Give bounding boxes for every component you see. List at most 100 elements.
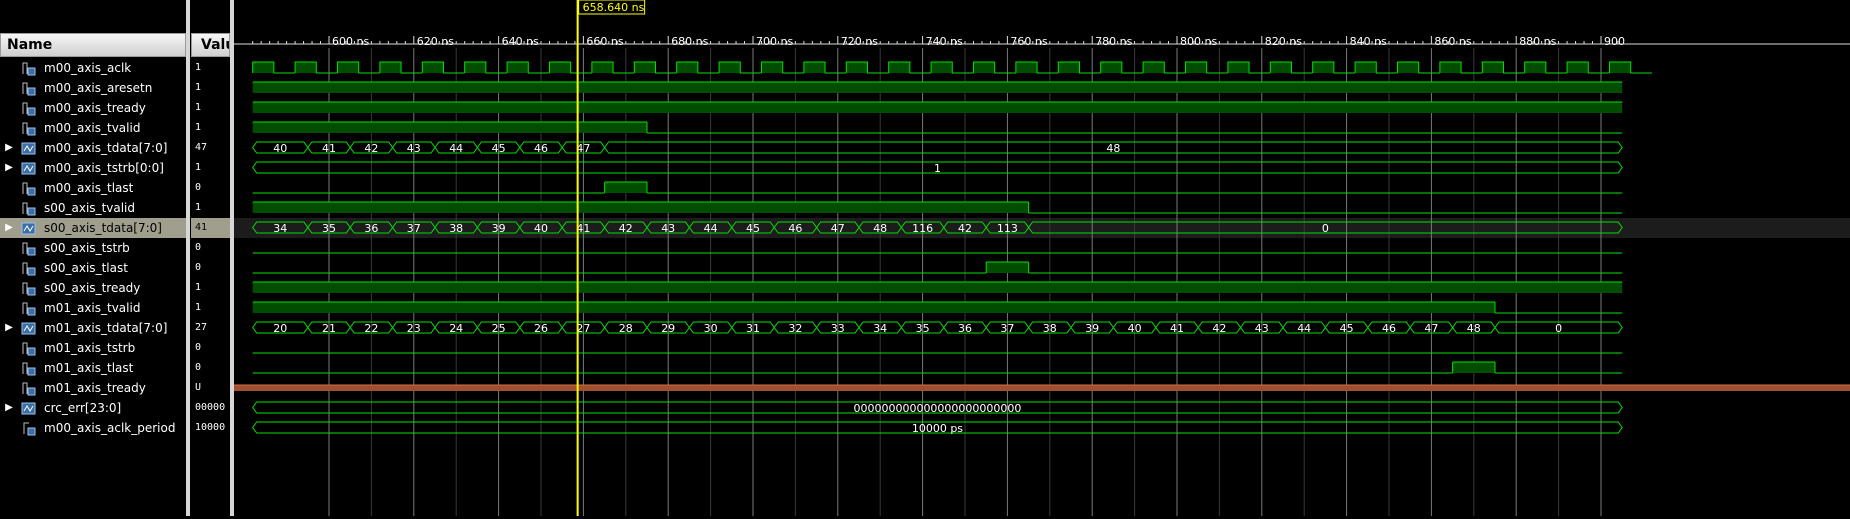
time-ruler[interactable]: 600 ns 620 ns 640 ns 660 ns 680 ns 700 ns 720 … bbox=[234, 35, 1850, 48]
bit-waveform[interactable] bbox=[252, 281, 1623, 293]
bus-waveform[interactable]: 1 bbox=[252, 161, 1623, 175]
logic-signal-icon bbox=[21, 300, 37, 316]
signal-value: 41 bbox=[191, 218, 230, 238]
bus-signal-icon bbox=[21, 220, 37, 236]
bus-value-label: 113 bbox=[997, 222, 1018, 235]
signal-name: m00_axis_tlast bbox=[44, 181, 134, 195]
signal-row[interactable]: m01_axis_tready bbox=[0, 378, 186, 398]
bus-value-label: 35 bbox=[916, 322, 930, 335]
bus-value-label: 42 bbox=[619, 222, 633, 235]
bus-waveform[interactable]: 10000 ps bbox=[252, 421, 1623, 435]
bus-value-label: 30 bbox=[704, 322, 718, 335]
signal-row[interactable]: m01_axis_tlast bbox=[0, 358, 186, 378]
expand-arrow-icon[interactable]: ▶ bbox=[4, 158, 14, 178]
signal-row[interactable]: m00_axis_tready bbox=[0, 98, 186, 118]
bit-waveform[interactable] bbox=[252, 181, 1623, 194]
tick-label: 700 ns bbox=[756, 35, 793, 48]
signal-row[interactable]: m00_axis_aresetn bbox=[0, 78, 186, 98]
signal-row[interactable]: s00_axis_tready bbox=[0, 278, 186, 298]
signal-name: crc_err[23:0] bbox=[44, 401, 122, 415]
bus-value-label: 22 bbox=[364, 322, 378, 335]
expand-arrow-icon[interactable]: ▶ bbox=[4, 138, 14, 158]
waveform-canvas[interactable]: 600 ns 620 ns 640 ns 660 ns 680 ns 700 ns 720 … bbox=[234, 0, 1850, 516]
signal-value: 10000 bbox=[195, 422, 226, 433]
signal-value: 1 bbox=[195, 282, 202, 293]
bit-waveform[interactable] bbox=[252, 261, 1623, 274]
signal-name: m01_axis_tlast bbox=[44, 361, 134, 375]
bus-value-label: 33 bbox=[831, 322, 845, 335]
tick-label: 660 ns bbox=[586, 35, 623, 48]
tick-label: 740 ns bbox=[926, 35, 963, 48]
signal-row[interactable]: m00_axis_aclk_period bbox=[0, 418, 186, 438]
bit-waveform[interactable] bbox=[252, 101, 1623, 113]
signal-name: m01_axis_tready bbox=[44, 381, 146, 395]
bit-waveform[interactable] bbox=[252, 301, 1623, 314]
bus-waveform[interactable]: 000000000000000000000000 bbox=[252, 401, 1623, 415]
tick-label: 600 ns bbox=[332, 35, 369, 48]
signal-row[interactable]: s00_axis_tstrb bbox=[0, 238, 186, 258]
time-cursor[interactable]: 658.640 ns bbox=[576, 0, 646, 516]
bus-signal-icon bbox=[21, 140, 37, 156]
bus-value-label: 41 bbox=[1170, 322, 1184, 335]
clock-waveform[interactable] bbox=[252, 61, 1652, 74]
bus-value-label: 24 bbox=[449, 322, 463, 335]
parameter-icon bbox=[21, 420, 37, 436]
bus-value-label: 38 bbox=[1043, 322, 1057, 335]
signal-value: 1 bbox=[195, 122, 202, 133]
bus-waveform[interactable]: 20 21 22 23 24 25 26 27 28 29 30 31 32 33 34 35 36 37 38 39… bbox=[252, 321, 1623, 335]
signal-row[interactable]: ▶ m01_axis_tdata[7:0] bbox=[0, 318, 186, 338]
cursor-time-label: 658.640 ns bbox=[583, 1, 645, 14]
signal-name: m00_axis_tready bbox=[44, 101, 146, 115]
bus-value-label: 40 bbox=[534, 222, 548, 235]
bus-value-label: 37 bbox=[1000, 322, 1014, 335]
signal-value: 1 bbox=[195, 162, 202, 173]
bus-value-label: 42 bbox=[958, 222, 972, 235]
signal-row[interactable]: s00_axis_tlast bbox=[0, 258, 186, 278]
expand-arrow-icon[interactable]: ▶ bbox=[4, 218, 14, 238]
signal-row[interactable]: ▶ m00_axis_tstrb[0:0] bbox=[0, 158, 186, 178]
signal-row[interactable]: ▶ m00_axis_tdata[7:0] bbox=[0, 138, 186, 158]
bus-value-label: 000000000000000000000000 bbox=[853, 402, 1021, 415]
name-column-header[interactable]: Name bbox=[0, 33, 186, 57]
bus-value-label: 46 bbox=[788, 222, 802, 235]
bit-waveform[interactable] bbox=[252, 361, 1623, 374]
signal-row[interactable]: ▶ s00_axis_tdata[7:0] bbox=[0, 218, 186, 238]
expand-arrow-icon[interactable]: ▶ bbox=[4, 398, 14, 418]
bus-value-label: 29 bbox=[661, 322, 675, 335]
bus-value-label: 45 bbox=[746, 222, 760, 235]
logic-signal-icon bbox=[21, 380, 37, 396]
signal-row[interactable]: m00_axis_tlast bbox=[0, 178, 186, 198]
signal-row[interactable]: m00_axis_aclk bbox=[0, 58, 186, 78]
signal-row[interactable]: s00_axis_tvalid bbox=[0, 198, 186, 218]
bus-value-label: 42 bbox=[364, 142, 378, 155]
bus-value-label: 47 bbox=[831, 222, 845, 235]
logic-signal-icon bbox=[21, 120, 37, 136]
signal-row[interactable]: m01_axis_tstrb bbox=[0, 338, 186, 358]
signal-name: m01_axis_tvalid bbox=[44, 301, 141, 315]
expand-arrow-icon[interactable]: ▶ bbox=[4, 318, 14, 338]
bus-waveform[interactable]: 40 41 42 43 44 45 46 47 48 bbox=[252, 141, 1623, 155]
signal-row[interactable]: ▶ crc_err[23:0] bbox=[0, 398, 186, 418]
waveform-svg[interactable]: 600 ns 620 ns 640 ns 660 ns 680 ns 700 ns 720 … bbox=[234, 0, 1850, 516]
undefined-waveform[interactable] bbox=[234, 384, 1850, 391]
signal-row[interactable]: m01_axis_tvalid bbox=[0, 298, 186, 318]
tick-label: 680 ns bbox=[671, 35, 708, 48]
logic-signal-icon bbox=[21, 100, 37, 116]
signal-value: 47 bbox=[195, 142, 208, 153]
tick-label: 820 ns bbox=[1265, 35, 1302, 48]
bit-waveform[interactable] bbox=[252, 121, 1623, 134]
signal-value: 0 bbox=[195, 182, 202, 193]
bit-waveform[interactable] bbox=[252, 81, 1623, 93]
bus-value-label: 46 bbox=[534, 142, 548, 155]
signal-value: 1 bbox=[195, 82, 202, 93]
value-column-header[interactable]: Value bbox=[191, 33, 230, 57]
column-splitter[interactable] bbox=[186, 0, 190, 516]
bus-value-label: 36 bbox=[364, 222, 378, 235]
bus-value-label: 10000 ps bbox=[912, 422, 963, 435]
signal-name: s00_axis_tready bbox=[44, 281, 141, 295]
bus-value-label: 20 bbox=[273, 322, 287, 335]
bus-value-label: 44 bbox=[449, 142, 463, 155]
signal-row[interactable]: m00_axis_tvalid bbox=[0, 118, 186, 138]
bit-waveform[interactable] bbox=[252, 201, 1623, 214]
bus-value-label: 46 bbox=[1382, 322, 1396, 335]
